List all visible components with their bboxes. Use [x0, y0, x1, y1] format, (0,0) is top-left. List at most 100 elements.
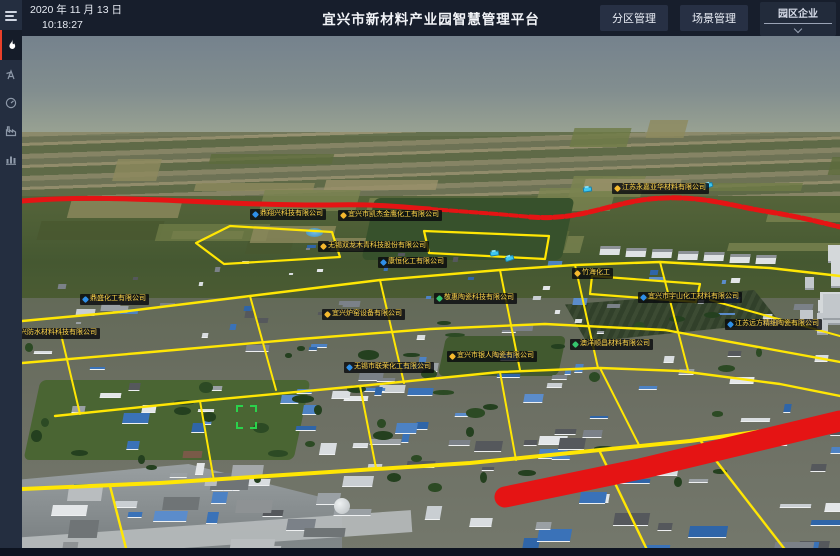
- tree-cluster: [373, 431, 393, 440]
- building: [523, 394, 544, 403]
- building: [408, 388, 434, 396]
- high-rise-building: [805, 277, 815, 290]
- building: [353, 443, 369, 448]
- building: [558, 438, 586, 450]
- tree-cluster: [756, 348, 762, 357]
- tree-cluster: [268, 450, 288, 457]
- company-label[interactable]: 鼎盛化工有限公司: [80, 294, 149, 305]
- company-label[interactable]: 宜兴市凯杰金鹰化工有限公司: [338, 210, 442, 221]
- building: [406, 461, 435, 468]
- plant-structure: [204, 478, 217, 486]
- tree-cluster: [31, 430, 42, 442]
- building: [649, 270, 658, 275]
- building: [306, 245, 315, 248]
- sidebar-item-dashboard[interactable]: [0, 90, 22, 116]
- building: [533, 296, 542, 300]
- company-label[interactable]: 江苏永嘉亚华材料有限公司: [612, 183, 709, 194]
- building: [824, 503, 840, 512]
- company-label[interactable]: 无锡双龙木青科技股份有限公司: [318, 241, 429, 252]
- plant-structure: [162, 497, 200, 510]
- sidebar-item-enterprise[interactable]: [0, 118, 22, 144]
- building: [740, 418, 769, 422]
- company-label[interactable]: 兴防水材料科技有限公司: [22, 328, 100, 339]
- company-label[interactable]: 宜兴市银人陶瓷有限公司: [447, 351, 537, 362]
- tree-cluster: [347, 385, 367, 393]
- high-rise-building: [831, 261, 840, 289]
- menu-toggle-button[interactable]: [0, 4, 22, 28]
- datetime-display: 2020 年 11 月 13 日 10:18:27: [30, 3, 122, 33]
- company-label[interactable]: 竹海化工: [572, 268, 613, 279]
- company-label[interactable]: 江苏远方精细陶瓷有限公司: [725, 319, 822, 330]
- company-label[interactable]: 无锡市联荣化工有限公司: [344, 362, 434, 373]
- header-actions: 分区管理 场景管理 园区企业: [600, 0, 836, 36]
- bar-chart-icon: [5, 153, 17, 165]
- company-label[interactable]: 宜兴炉窑设备有限公司: [322, 309, 405, 320]
- building: [289, 273, 293, 275]
- building: [579, 492, 607, 504]
- building: [606, 304, 620, 308]
- building: [318, 443, 336, 455]
- building: [482, 467, 495, 471]
- building: [597, 331, 604, 334]
- company-label[interactable]: 康恒化工有限公司: [378, 257, 447, 268]
- zone-management-button[interactable]: 分区管理: [600, 5, 668, 31]
- field-patch: [727, 243, 840, 251]
- building: [810, 464, 827, 472]
- sidebar-item-monitor[interactable]: [0, 62, 22, 88]
- building: [206, 512, 219, 524]
- building: [789, 428, 803, 437]
- company-marker-icon: [252, 211, 259, 218]
- field-patch: [645, 120, 687, 138]
- company-marker-icon: [320, 243, 327, 250]
- date-text: 2020 年 11 月 13 日: [30, 3, 122, 18]
- park-enterprise-dropdown[interactable]: 园区企业: [760, 2, 836, 36]
- building: [657, 523, 672, 531]
- tree-cluster: [403, 353, 420, 358]
- building: [590, 416, 609, 419]
- building: [331, 391, 351, 399]
- selection-reticle[interactable]: [236, 405, 257, 429]
- company-marker-icon: [572, 341, 579, 348]
- building: [57, 284, 66, 289]
- pond: [306, 228, 323, 237]
- building: [246, 345, 270, 352]
- meadow: [23, 380, 310, 460]
- building: [317, 269, 324, 272]
- building: [129, 383, 141, 391]
- company-label[interactable]: 澳洋顺昌材料有限公司: [570, 339, 653, 350]
- white-building: [677, 251, 698, 260]
- company-name: 宜兴市凯杰金鹰化工有限公司: [348, 211, 439, 220]
- building: [424, 506, 441, 520]
- building: [729, 377, 754, 384]
- building: [547, 261, 562, 266]
- sidebar-item-fire[interactable]: [0, 30, 22, 60]
- building: [342, 476, 374, 487]
- building: [113, 306, 130, 313]
- map-viewport[interactable]: 鼎翔兴科技有限公司 宜兴市凯杰金鹰化工有限公司无锡双龙木青科技股份有限公司康恒化工…: [22, 36, 840, 556]
- field-patch: [570, 128, 632, 147]
- building: [395, 423, 418, 434]
- app-window: 2020 年 11 月 13 日 10:18:27 宜兴市新材料产业园智慧管理平…: [0, 0, 840, 556]
- building: [297, 389, 313, 394]
- storage-tank: [334, 498, 350, 514]
- building: [512, 324, 533, 331]
- time-text: 10:18:27: [30, 18, 122, 33]
- scene-management-button[interactable]: 场景管理: [680, 5, 748, 31]
- tree-cluster: [669, 316, 685, 322]
- building: [244, 306, 252, 311]
- tree-cluster: [712, 411, 724, 416]
- sidebar-item-statistics[interactable]: [0, 146, 22, 172]
- building: [198, 282, 203, 286]
- field-patch: [66, 201, 182, 218]
- company-label[interactable]: 宜兴市宇山化工材料有限公司: [638, 292, 742, 303]
- dropdown-label: 园区企业: [764, 5, 832, 20]
- building: [551, 456, 570, 460]
- company-label[interactable]: 敬惠陶瓷科技有限公司: [434, 293, 517, 304]
- company-name: 江苏远方精细陶瓷有限公司: [735, 320, 819, 329]
- building: [649, 277, 665, 280]
- plant-structure: [182, 451, 202, 458]
- company-label[interactable]: 鼎翔兴科技有限公司: [250, 209, 326, 220]
- building: [558, 484, 582, 489]
- building: [245, 311, 255, 318]
- building: [309, 347, 318, 351]
